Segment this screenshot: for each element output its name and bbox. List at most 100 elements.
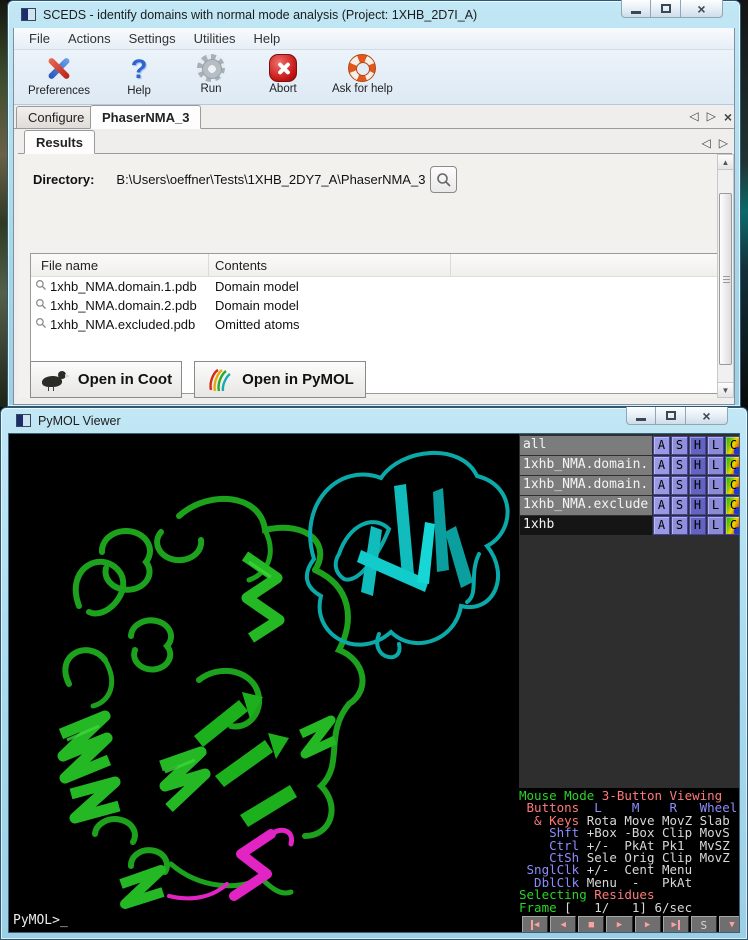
pymol-close-button[interactable] <box>686 407 728 425</box>
end-button[interactable]: ▶ <box>663 916 689 933</box>
table-row[interactable]: 1xhb_NMA.domain.1.pdbDomain model <box>31 277 719 296</box>
object-name-1xhb-nma-domain-[interactable]: 1xhb_NMA.domain. <box>520 456 652 475</box>
object-s-button[interactable]: S <box>671 456 688 475</box>
scroll-down-icon[interactable] <box>718 382 733 397</box>
close-icon <box>697 2 705 16</box>
results-scrollbar[interactable] <box>717 154 734 398</box>
step-back-button[interactable]: ◀ <box>550 916 576 933</box>
tab-close-icon[interactable] <box>724 109 732 125</box>
rewind-button[interactable]: ◀ <box>522 916 548 933</box>
scroll-up-icon[interactable] <box>718 155 733 170</box>
tab-phasernma-3[interactable]: PhaserNMA_3 <box>90 105 201 129</box>
object-l-button[interactable]: L <box>707 456 724 475</box>
play-button[interactable]: ▶ <box>606 916 632 933</box>
table-row[interactable]: 1xhb_NMA.domain.2.pdbDomain model <box>31 296 719 315</box>
object-l-button[interactable]: L <box>707 496 724 515</box>
object-c-button[interactable]: C <box>725 456 740 475</box>
toolbar-help[interactable]: Help <box>116 54 162 97</box>
toolbar-run[interactable]: Run <box>188 54 234 95</box>
column-header-contents[interactable]: Contents <box>209 254 451 276</box>
object-a-button[interactable]: A <box>653 496 670 515</box>
toolbar-ask-for-help[interactable]: Ask for help <box>332 54 393 95</box>
mouse-mode-panel: Mouse Mode 3-Button Viewing Buttons L M … <box>519 790 740 914</box>
maximize-icon <box>661 4 671 13</box>
subtab-scroll-right-icon[interactable] <box>719 136 728 150</box>
object-s-button[interactable]: S <box>671 476 688 495</box>
pymol-maximize-button[interactable] <box>656 407 686 425</box>
column-header-file-name[interactable]: File name <box>31 254 209 276</box>
protein-ribbon-canvas[interactable] <box>9 434 519 932</box>
sceds-window-title: SCEDS - identify domains with normal mod… <box>43 8 477 22</box>
subtab-row: Results <box>18 131 732 154</box>
sceds-titlebar[interactable]: SCEDS - identify domains with normal mod… <box>13 1 735 28</box>
sceds-window: SCEDS - identify domains with normal mod… <box>7 0 741 407</box>
open-in-pymol-button[interactable]: Open in PyMOL <box>194 361 366 398</box>
object-h-button[interactable]: H <box>689 516 706 535</box>
menu-actions[interactable]: Actions <box>59 29 120 48</box>
open-in-coot-button[interactable]: Open in Coot <box>30 361 182 398</box>
object-name-1xhb[interactable]: 1xhb <box>520 516 652 535</box>
scene-icon: S <box>701 919 708 932</box>
object-l-button[interactable]: L <box>707 476 724 495</box>
scrollbar-thumb[interactable] <box>719 193 732 365</box>
pymol-command-prompt[interactable]: PyMOL>_ <box>13 913 68 928</box>
table-row[interactable]: 1xhb_NMA.excluded.pdb Omitted atoms <box>31 315 719 334</box>
browse-directory-button[interactable] <box>430 166 457 193</box>
menu-utilities[interactable]: Utilities <box>185 29 245 48</box>
tab-configure[interactable]: Configure <box>16 106 96 129</box>
minimize-icon <box>636 418 646 421</box>
menu-down-icon: ▼ <box>729 920 734 930</box>
toolbar-preferences[interactable]: Preferences <box>28 54 90 97</box>
subtab-scroll-left-icon[interactable] <box>702 136 711 150</box>
object-name-all[interactable]: all <box>520 436 652 455</box>
tab-scroll-left-icon[interactable] <box>689 109 698 125</box>
object-c-button[interactable]: C <box>725 476 740 495</box>
object-s-button[interactable]: S <box>671 496 688 515</box>
object-a-button[interactable]: A <box>653 456 670 475</box>
contents-cell: Omitted atoms <box>209 317 300 332</box>
scene-button[interactable]: S <box>691 916 717 933</box>
menu-settings[interactable]: Settings <box>120 29 185 48</box>
object-a-button[interactable]: A <box>653 436 670 455</box>
object-h-button[interactable]: H <box>689 436 706 455</box>
object-l-button[interactable]: L <box>707 436 724 455</box>
object-c-button[interactable]: C <box>725 496 740 515</box>
menu-down-button[interactable]: ▼ <box>719 916 740 933</box>
gear-icon <box>197 54 225 82</box>
object-s-button[interactable]: S <box>671 516 688 535</box>
contents-cell: Domain model <box>209 279 299 294</box>
tab-scroll-right-icon[interactable] <box>707 109 716 125</box>
object-h-button[interactable]: H <box>689 456 706 475</box>
object-name-1xhb-nma-domain-[interactable]: 1xhb_NMA.domain. <box>520 476 652 495</box>
directory-label: Directory: <box>33 172 94 187</box>
tab-results[interactable]: Results <box>24 130 95 154</box>
object-name-1xhb-nma-exclude[interactable]: 1xhb_NMA.exclude <box>520 496 652 515</box>
toolbar-abort[interactable]: Abort <box>260 54 306 95</box>
file-name: 1xhb_NMA.excluded.pdb <box>50 317 195 332</box>
pymol-window-title: PyMOL Viewer <box>38 414 121 428</box>
menu-help[interactable]: Help <box>244 29 289 48</box>
object-row: 1xhb_NMA.domain.ASHLC <box>520 476 740 495</box>
rewind-icon: ◀ <box>531 920 539 930</box>
object-c-button[interactable]: C <box>725 436 740 455</box>
object-s-button[interactable]: S <box>671 436 688 455</box>
menu-file[interactable]: File <box>20 29 59 48</box>
object-a-button[interactable]: A <box>653 476 670 495</box>
end-icon: ▶ <box>671 920 679 930</box>
object-c-button[interactable]: C <box>725 516 740 535</box>
object-h-button[interactable]: H <box>689 476 706 495</box>
object-l-button[interactable]: L <box>707 516 724 535</box>
maximize-button[interactable] <box>651 0 681 18</box>
pymol-window: PyMOL Viewer <box>0 407 748 940</box>
file-name-cell: 1xhb_NMA.excluded.pdb <box>31 317 209 332</box>
pymol-minimize-button[interactable] <box>626 407 656 425</box>
object-a-button[interactable]: A <box>653 516 670 535</box>
stop-button[interactable]: ■ <box>578 916 604 933</box>
life-ring-icon <box>348 54 376 82</box>
minimize-button[interactable] <box>621 0 651 18</box>
step-forward-button[interactable]: ▶ <box>635 916 661 933</box>
pymol-titlebar[interactable]: PyMOL Viewer <box>8 408 740 433</box>
file-name-cell: 1xhb_NMA.domain.1.pdb <box>31 279 209 294</box>
close-button[interactable] <box>681 0 723 18</box>
object-h-button[interactable]: H <box>689 496 706 515</box>
